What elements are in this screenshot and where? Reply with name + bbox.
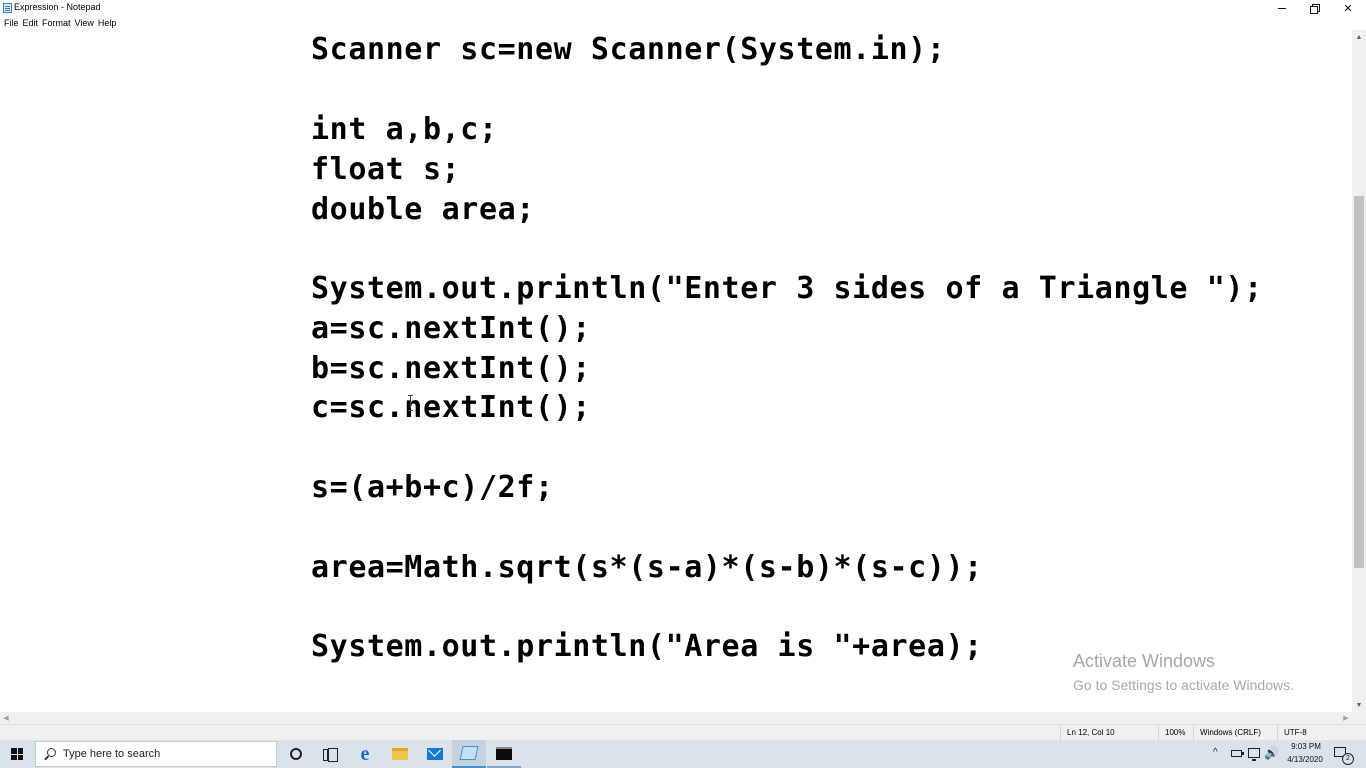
activation-watermark-subtitle: Go to Settings to activate Windows. [1073,677,1294,693]
vertical-scroll-thumb[interactable] [1354,196,1364,568]
cursor-position: Ln 12, Col 10 [1060,725,1158,741]
taskbar-search-box[interactable]: Type here to search [35,741,277,767]
code-line[interactable]: area=Math.sqrt(s*(s-a)*(s-b)*(s-c)); [311,548,983,588]
scroll-right-icon[interactable]: ▶ [1340,712,1352,724]
clock-date[interactable]: 4/13/2020 [1284,755,1326,764]
taskbar: Type here to search e ^ 🔊 9:03 PM 4/13/2… [0,740,1366,768]
vertical-scrollbar[interactable]: ▲ ▼ [1352,30,1366,712]
menu-view[interactable]: View [74,16,97,30]
scroll-down-icon[interactable]: ▼ [1352,698,1366,712]
code-line[interactable]: a=sc.nextInt(); [311,309,591,349]
search-placeholder: Type here to search [63,748,161,760]
volume-icon[interactable]: 🔊 [1264,746,1279,760]
notepad-taskbar-button[interactable] [452,740,486,768]
text-editor[interactable]: Scanner sc=new Scanner(System.in); int a… [0,30,1352,712]
title-bar: Expression - Notepad ✕ [0,0,1366,16]
scroll-left-icon[interactable]: ◀ [0,712,12,724]
minimize-icon [1278,7,1286,9]
code-line[interactable]: System.out.println("Area is "+area); [311,627,983,667]
file-explorer-taskbar-button[interactable] [383,740,417,768]
start-button[interactable] [0,740,34,768]
window-title: Expression - Notepad [14,2,101,12]
menu-bar: File Edit Format View Help [0,16,1366,30]
menu-edit[interactable]: Edit [22,16,42,30]
menu-format[interactable]: Format [41,16,74,30]
zoom-level: 100% [1158,725,1193,741]
cortana-icon [290,748,302,760]
command-prompt-taskbar-button[interactable] [487,740,521,768]
code-line[interactable]: b=sc.nextInt(); [311,349,591,389]
code-line[interactable]: System.out.println("Enter 3 sides of a T… [311,269,1263,309]
text-cursor-icon [408,395,414,411]
notepad-taskbar-icon [459,746,479,760]
clock-time[interactable]: 9:03 PM [1286,742,1326,751]
task-view-button[interactable] [313,740,347,768]
task-view-icon [323,748,338,762]
horizontal-scrollbar[interactable]: ◀ ▶ [0,712,1352,724]
notification-count-badge: 2 [1342,753,1354,765]
encoding: UTF-8 [1277,725,1366,741]
mail-icon [427,748,443,760]
maximize-icon [1310,4,1320,14]
scrollbar-corner [1352,712,1366,724]
scroll-up-icon[interactable]: ▲ [1352,30,1366,44]
maximize-button[interactable] [1298,0,1330,16]
status-bar: Ln 12, Col 10 100% Windows (CRLF) UTF-8 [0,724,1366,741]
code-line[interactable]: s=(a+b+c)/2f; [311,468,554,508]
close-icon: ✕ [1343,2,1353,15]
code-line[interactable]: Scanner sc=new Scanner(System.in); [311,30,946,70]
network-icon[interactable] [1248,748,1260,761]
edge-taskbar-button[interactable]: e [348,740,382,768]
code-line[interactable]: double area; [311,190,535,230]
windows-logo-icon [11,748,23,760]
code-line[interactable]: int a,b,c; [311,110,498,150]
code-line[interactable]: c=sc.nextInt(); [311,388,591,428]
battery-icon[interactable] [1231,750,1244,757]
file-explorer-icon [392,748,408,760]
activation-watermark-title: Activate Windows [1073,651,1216,671]
mail-taskbar-button[interactable] [418,740,452,768]
cortana-button[interactable] [279,740,313,768]
line-ending: Windows (CRLF) [1193,725,1277,741]
show-hidden-icons-button[interactable]: ^ [1213,748,1223,758]
search-icon [44,748,56,760]
menu-file[interactable]: File [3,16,22,30]
close-button[interactable]: ✕ [1332,0,1364,16]
minimize-button[interactable] [1266,0,1298,16]
edge-icon: e [360,743,370,765]
notepad-icon [3,3,12,13]
code-line[interactable]: float s; [311,150,460,190]
menu-help[interactable]: Help [97,16,120,30]
command-prompt-icon [496,746,512,760]
